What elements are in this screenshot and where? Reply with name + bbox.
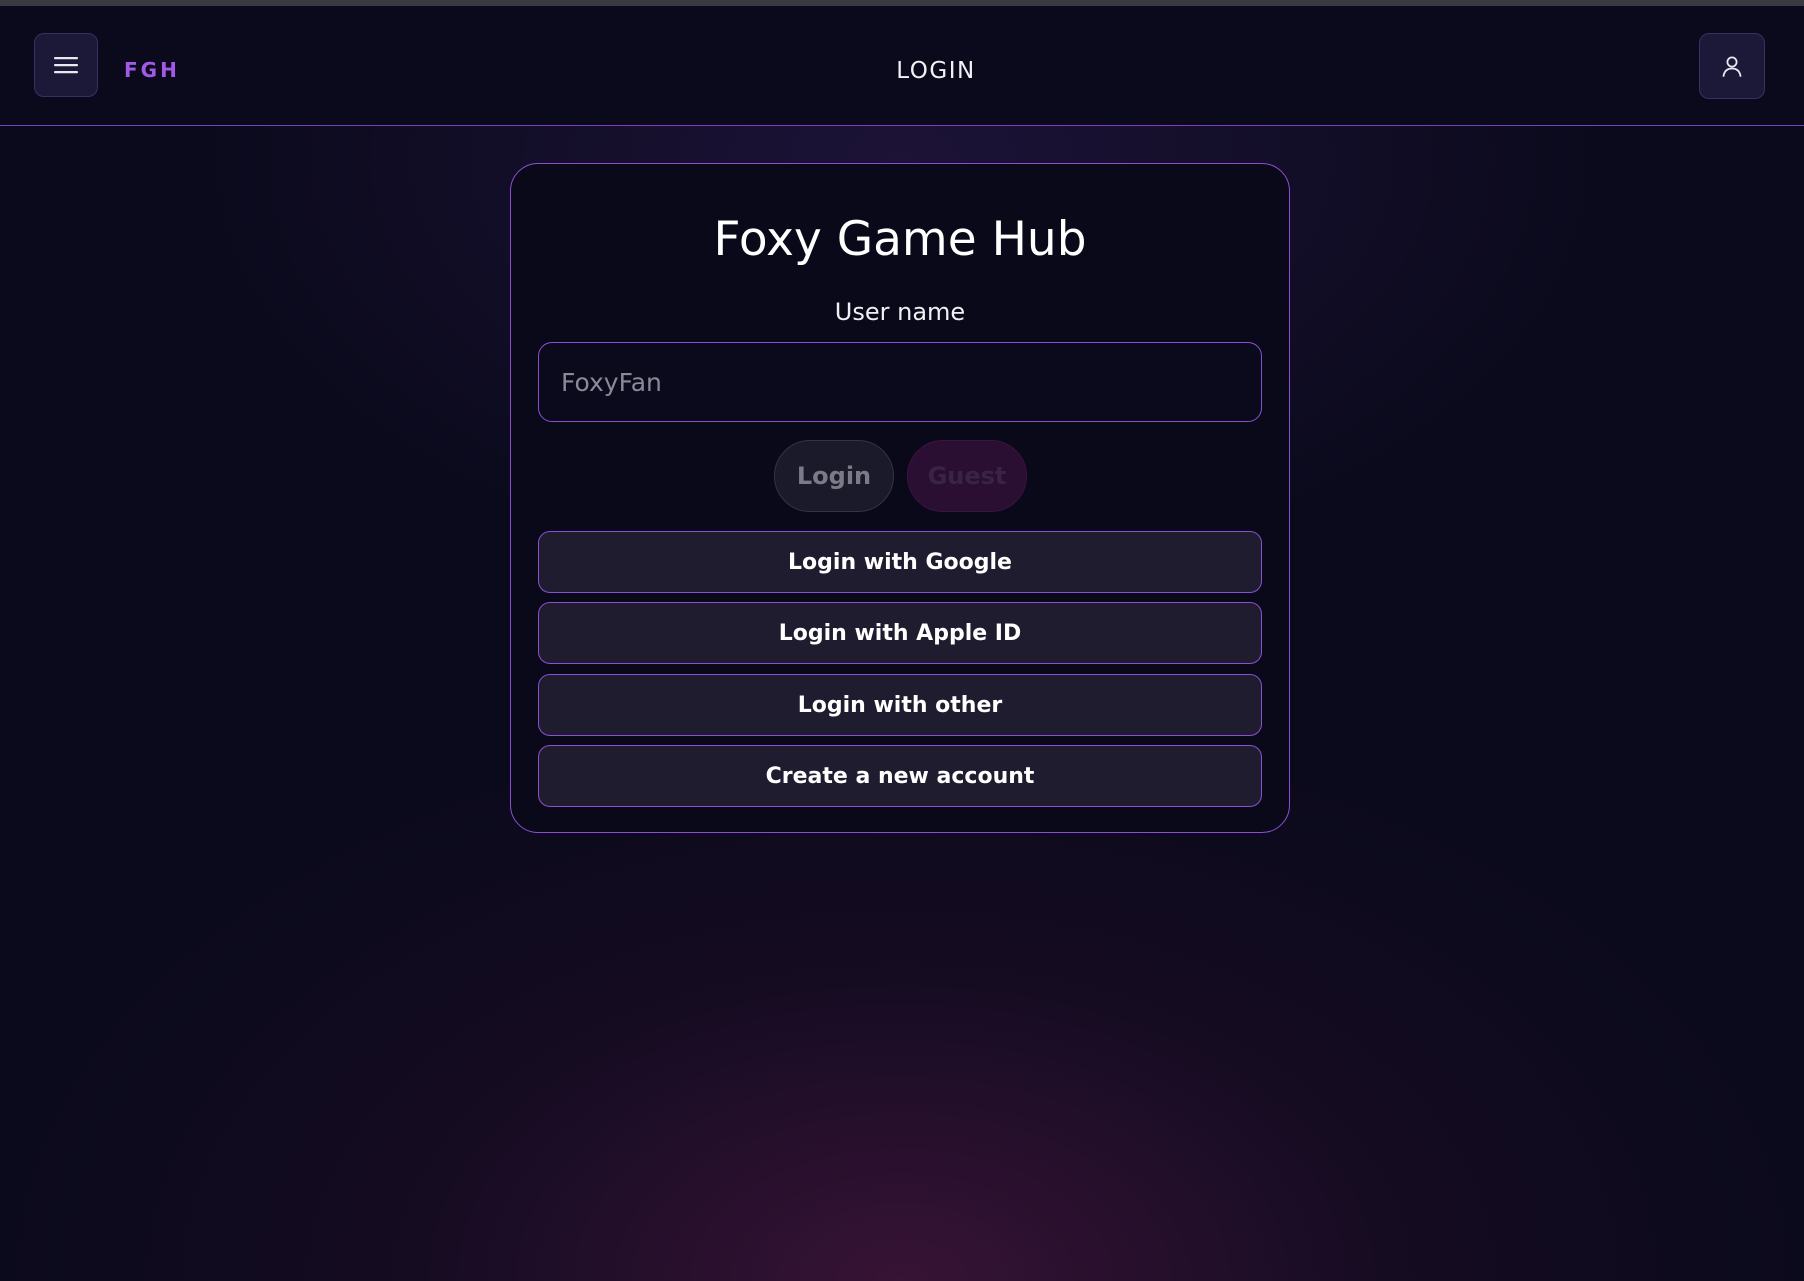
login-page: FGH LOGIN Foxy Game Hub User name Login … xyxy=(0,6,1804,1281)
login-card: Foxy Game Hub User name Login Guest Logi… xyxy=(510,163,1290,833)
user-profile-button[interactable] xyxy=(1699,33,1765,99)
user-icon xyxy=(1722,56,1742,77)
top-nav-bar: FGH LOGIN xyxy=(0,6,1804,126)
login-with-google-button[interactable]: Login with Google xyxy=(538,531,1262,593)
login-with-other-button[interactable]: Login with other xyxy=(538,674,1262,736)
create-account-button[interactable]: Create a new account xyxy=(538,745,1262,807)
page-title: LOGIN xyxy=(896,58,976,84)
login-button[interactable]: Login xyxy=(774,440,894,512)
login-with-apple-id-button[interactable]: Login with Apple ID xyxy=(538,602,1262,664)
username-input[interactable] xyxy=(538,342,1262,422)
guest-button[interactable]: Guest xyxy=(907,440,1027,512)
app-title: Foxy Game Hub xyxy=(713,212,1087,267)
username-label: User name xyxy=(834,298,966,326)
